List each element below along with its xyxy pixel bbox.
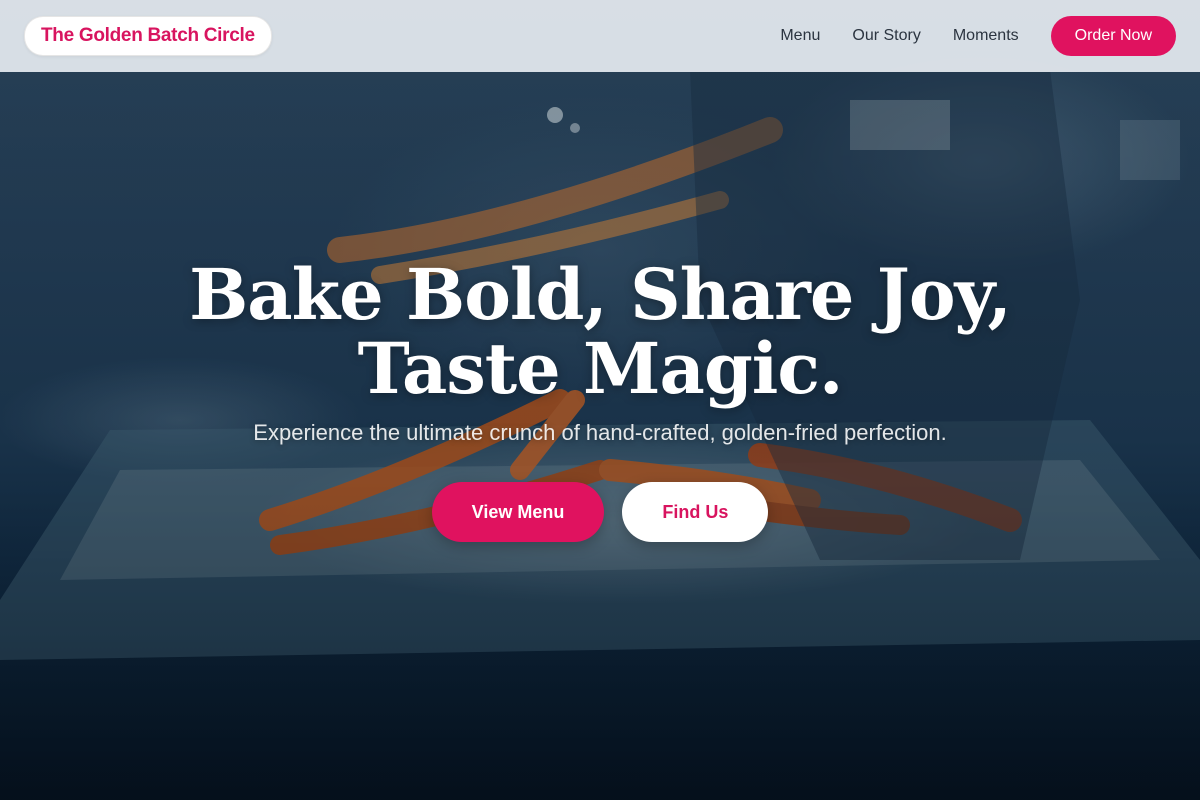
- hero-actions: View Menu Find Us: [0, 482, 1200, 542]
- view-menu-button[interactable]: View Menu: [431, 482, 605, 542]
- brand-logo[interactable]: The Golden Batch Circle: [24, 16, 272, 56]
- site-header: The Golden Batch Circle Menu Our Story M…: [0, 0, 1200, 72]
- nav-link-moments[interactable]: Moments: [953, 27, 1019, 45]
- hero-title: Bake Bold, Share Joy, Taste Magic.: [0, 258, 1200, 406]
- hero-section: Bake Bold, Share Joy, Taste Magic. Exper…: [0, 258, 1200, 542]
- landing-page: The Golden Batch Circle Menu Our Story M…: [0, 0, 1200, 800]
- order-now-button[interactable]: Order Now: [1050, 16, 1176, 56]
- hero-title-line-1: Bake Bold, Share Joy,: [189, 253, 1012, 336]
- hero-title-line-2: Taste Magic.: [357, 327, 844, 410]
- nav-link-menu[interactable]: Menu: [780, 27, 820, 45]
- nav-link-our-story[interactable]: Our Story: [852, 27, 920, 45]
- hero-subtitle: Experience the ultimate crunch of hand-c…: [253, 420, 947, 445]
- main-nav: Menu Our Story Moments Order Now: [780, 16, 1176, 56]
- find-us-button[interactable]: Find Us: [622, 482, 769, 542]
